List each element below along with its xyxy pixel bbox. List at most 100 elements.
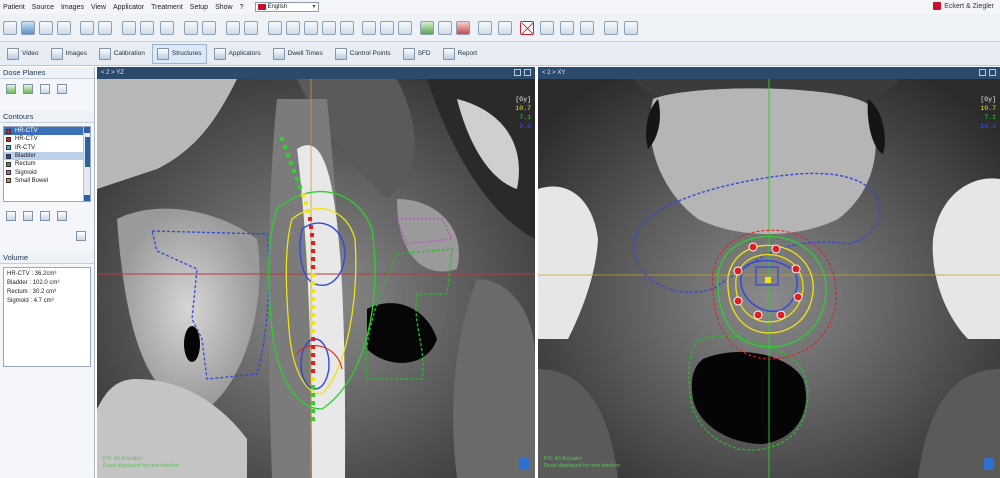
viewport-footer: P.0: 40 Actuator Dose displayed for one …	[544, 456, 620, 470]
scroll-down-icon[interactable]	[84, 195, 90, 201]
applicator-icon[interactable]	[478, 21, 492, 35]
language-select[interactable]: English ▾	[254, 2, 319, 12]
print-icon[interactable]	[57, 21, 71, 35]
plane-add-icon[interactable]	[6, 84, 16, 94]
close-icon[interactable]	[989, 69, 996, 76]
viewport-axial[interactable]: < 2 > XY [Gy] 10.7 7.1 14.3 P.0: 40 Actu…	[538, 67, 1000, 478]
menu-help[interactable]: ?	[240, 4, 244, 11]
person-icon[interactable]	[580, 21, 594, 35]
contour-color-swatch	[6, 178, 11, 184]
step-images[interactable]: Images	[46, 44, 92, 64]
sync-icon[interactable]	[286, 21, 300, 35]
menu-setup[interactable]: Setup	[190, 4, 208, 11]
ct-image-sagittal[interactable]	[97, 79, 535, 478]
contour-scrollbar[interactable]	[83, 127, 90, 201]
viewport-sagittal[interactable]: < 2 > YZ [Gy] 10.7 7.1 3.6 P.0: 40 Actua…	[97, 67, 535, 478]
plane-reset-icon[interactable]	[57, 84, 67, 94]
menu-show[interactable]: Show	[215, 4, 233, 11]
rotate-icon[interactable]	[226, 21, 240, 35]
step-applicators[interactable]: Applicators	[209, 44, 266, 64]
ruler-icon[interactable]	[362, 21, 376, 35]
chat-icon[interactable]	[624, 21, 638, 35]
plane-visibility-icon[interactable]	[40, 84, 50, 94]
step-dwell-times[interactable]: Dwell Times	[268, 44, 328, 64]
paste-icon[interactable]	[23, 211, 33, 221]
delete-icon[interactable]	[520, 21, 534, 35]
contour-item-ir-ctv[interactable]: IR-CTV	[4, 144, 90, 152]
grid-icon[interactable]	[98, 21, 112, 35]
grid-overlay-icon[interactable]	[438, 21, 452, 35]
line-icon[interactable]	[398, 21, 412, 35]
shield-icon[interactable]	[540, 21, 554, 35]
ct-image-axial[interactable]	[538, 79, 1000, 478]
target-icon[interactable]	[456, 21, 470, 35]
distance-icon[interactable]	[380, 21, 394, 35]
save-icon[interactable]	[21, 21, 35, 35]
orientation-icon[interactable]	[984, 458, 994, 470]
merge-icon[interactable]	[40, 211, 50, 221]
new-patient-icon[interactable]	[3, 21, 17, 35]
maximize-icon[interactable]	[979, 69, 986, 76]
menu-applicator[interactable]: Applicator	[113, 4, 144, 11]
plane-edit-icon[interactable]	[23, 84, 33, 94]
contour-item-hr-ctv-2[interactable]: HR-CTV	[4, 135, 90, 143]
menu-patient[interactable]: Patient	[3, 4, 25, 11]
scroll-up-icon[interactable]	[84, 127, 90, 133]
menu-treatment[interactable]: Treatment	[151, 4, 183, 11]
image-list-icon[interactable]	[122, 21, 136, 35]
step-video[interactable]: Video	[2, 44, 44, 64]
table-icon[interactable]	[140, 21, 154, 35]
contour-item-bladder[interactable]: Bladder	[4, 151, 90, 161]
volume-row: Sigmoid : 4.7 cm³	[7, 298, 54, 304]
open-icon[interactable]	[39, 21, 53, 35]
orientation-icon[interactable]	[519, 458, 529, 470]
pan-icon[interactable]	[268, 21, 282, 35]
footer-line: Dose displayed for one fraction	[544, 463, 620, 469]
close-icon[interactable]	[524, 69, 531, 76]
contour-list[interactable]: HR-CTV HR-CTV IR-CTV Bladder Rectum Sigm…	[3, 126, 91, 202]
settings-icon[interactable]	[340, 21, 354, 35]
volume-list: HR-CTV : 36.2cm³ Bladder : 102.0 cm³ Rec…	[3, 267, 91, 367]
window-level-icon[interactable]	[322, 21, 336, 35]
step-sfd[interactable]: SFD	[398, 44, 436, 64]
applicators-icon	[213, 47, 226, 60]
contour-color-swatch	[6, 161, 11, 167]
flag-icon	[257, 4, 266, 10]
menu-view[interactable]: View	[91, 4, 106, 11]
menu-source[interactable]: Source	[32, 4, 54, 11]
contour-item-sigmoid[interactable]: Sigmoid	[4, 168, 90, 176]
viewport-title: < 2 > YZ	[101, 70, 124, 76]
collapse-icon[interactable]	[76, 231, 86, 241]
contour-tool-icon[interactable]	[498, 21, 512, 35]
copy-icon[interactable]	[6, 211, 16, 221]
main-toolbar	[0, 14, 1000, 42]
step-calibration[interactable]: Calibration	[94, 44, 150, 64]
step-control-points[interactable]: Control Points	[330, 44, 396, 64]
legend-value: 3.6	[519, 123, 531, 130]
zoom-out-icon[interactable]	[202, 21, 216, 35]
reset-view-icon[interactable]	[244, 21, 258, 35]
zoom-in-icon[interactable]	[184, 21, 198, 35]
contour-item-hr-ctv[interactable]: HR-CTV	[4, 127, 90, 136]
step-report[interactable]: Report	[438, 44, 483, 64]
keyboard-icon[interactable]	[604, 21, 618, 35]
legend-value: 14.3	[980, 123, 996, 130]
footer-line: P.0: 40 Actuator	[103, 456, 142, 462]
contour-item-rectum[interactable]: Rectum	[4, 160, 90, 168]
ct-scan-sagittal	[97, 79, 535, 478]
measure-icon[interactable]	[304, 21, 318, 35]
menu-bar: Patient Source Images View Applicator Tr…	[0, 0, 1000, 14]
ct-scan-axial	[538, 79, 1000, 478]
menu-images[interactable]: Images	[61, 4, 84, 11]
points-icon[interactable]	[420, 21, 434, 35]
viewport-header: < 2 > YZ	[97, 67, 535, 79]
scroll-thumb[interactable]	[85, 137, 90, 167]
monitor-icon[interactable]	[160, 21, 174, 35]
contour-item-small-bowel[interactable]: Small Bowel	[4, 177, 90, 185]
footer-line: Dose displayed for one fraction	[103, 463, 179, 469]
layout-icon[interactable]	[80, 21, 94, 35]
cut-icon[interactable]	[57, 211, 67, 221]
network-icon[interactable]	[560, 21, 574, 35]
step-structures[interactable]: Structures	[151, 43, 207, 64]
maximize-icon[interactable]	[514, 69, 521, 76]
